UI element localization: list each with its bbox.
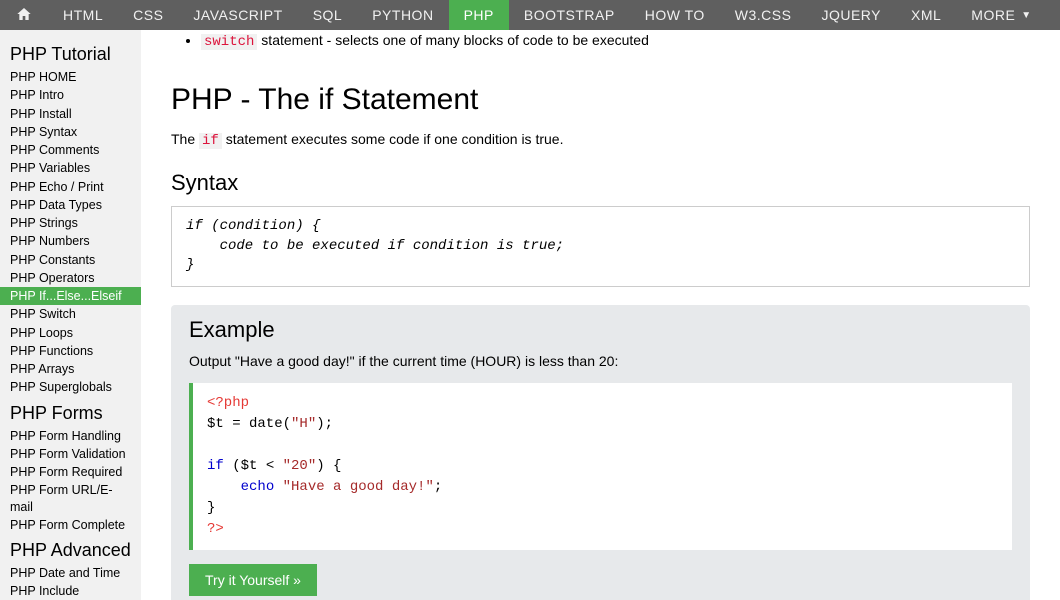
example-code: <?php $t = date("H"); if ($t < "20") { e… — [189, 383, 1012, 550]
nav-item-jquery[interactable]: JQUERY — [806, 0, 896, 30]
sidebar-section-title: PHP Advanced — [0, 534, 141, 564]
nav-item-bootstrap[interactable]: BOOTSTRAP — [509, 0, 630, 30]
page-heading: PHP - The if Statement — [171, 83, 1030, 117]
list-item: switch statement - selects one of many b… — [201, 30, 1030, 53]
sidebar-item[interactable]: PHP Form Validation — [0, 445, 141, 463]
nav-item-more[interactable]: MORE▼ — [956, 0, 1046, 30]
sidebar-item[interactable]: PHP Date and Time — [0, 564, 141, 582]
nav-item-sql[interactable]: SQL — [298, 0, 358, 30]
sidebar-item[interactable]: PHP Loops — [0, 324, 141, 342]
sidebar-item[interactable]: PHP Variables — [0, 159, 141, 177]
statement-list: switch statement - selects one of many b… — [171, 30, 1030, 53]
try-it-button[interactable]: Try it Yourself » — [189, 564, 317, 596]
nav-item-javascript[interactable]: JAVASCRIPT — [178, 0, 297, 30]
sidebar: PHP TutorialPHP HOMEPHP IntroPHP Install… — [0, 30, 141, 600]
sidebar-item[interactable]: PHP Form URL/E-mail — [0, 481, 141, 516]
sidebar-item[interactable]: PHP Numbers — [0, 232, 141, 250]
nav-item-css[interactable]: CSS — [118, 0, 178, 30]
sidebar-item[interactable]: PHP Switch — [0, 305, 141, 323]
nav-item-python[interactable]: PYTHON — [357, 0, 448, 30]
home-button[interactable] — [0, 0, 48, 30]
home-icon — [16, 6, 32, 25]
caret-down-icon: ▼ — [1021, 10, 1031, 21]
main-content: switch statement - selects one of many b… — [141, 30, 1060, 600]
sidebar-item[interactable]: PHP Arrays — [0, 360, 141, 378]
sidebar-item[interactable]: PHP Comments — [0, 141, 141, 159]
sidebar-item[interactable]: PHP Form Handling — [0, 427, 141, 445]
sidebar-item[interactable]: PHP Strings — [0, 214, 141, 232]
example-desc: Output "Have a good day!" if the current… — [189, 353, 1012, 369]
syntax-code: if (condition) { code to be executed if … — [171, 206, 1030, 287]
nav-item-w3-css[interactable]: W3.CSS — [720, 0, 807, 30]
sidebar-item[interactable]: PHP If...Else...Elseif — [0, 287, 141, 305]
nav-item-html[interactable]: HTML — [48, 0, 118, 30]
sidebar-item[interactable]: PHP Operators — [0, 269, 141, 287]
syntax-heading: Syntax — [171, 170, 1030, 196]
list-text: statement - selects one of many blocks o… — [257, 32, 648, 48]
sidebar-item[interactable]: PHP Data Types — [0, 196, 141, 214]
sidebar-item[interactable]: PHP HOME — [0, 68, 141, 86]
sidebar-item[interactable]: PHP Echo / Print — [0, 178, 141, 196]
nav-item-references[interactable]: REFERENCES▼ — [1047, 0, 1060, 30]
example-heading: Example — [189, 317, 1012, 343]
nav-item-how-to[interactable]: HOW TO — [630, 0, 720, 30]
sidebar-item[interactable]: PHP Functions — [0, 342, 141, 360]
sidebar-item[interactable]: PHP Form Required — [0, 463, 141, 481]
sidebar-item[interactable]: PHP Superglobals — [0, 378, 141, 396]
sidebar-item[interactable]: PHP Constants — [0, 251, 141, 269]
code-span: if — [199, 133, 222, 149]
example-box: Example Output "Have a good day!" if the… — [171, 305, 1030, 600]
sidebar-item[interactable]: PHP Syntax — [0, 123, 141, 141]
sidebar-item[interactable]: PHP Include — [0, 582, 141, 600]
sidebar-section-title: PHP Tutorial — [0, 38, 141, 68]
nav-item-php[interactable]: PHP — [449, 0, 509, 30]
sidebar-section-title: PHP Forms — [0, 397, 141, 427]
sidebar-item[interactable]: PHP Form Complete — [0, 516, 141, 534]
nav-item-xml[interactable]: XML — [896, 0, 956, 30]
sidebar-item[interactable]: PHP Install — [0, 105, 141, 123]
intro-text: The if statement executes some code if o… — [171, 129, 1030, 152]
sidebar-item[interactable]: PHP Intro — [0, 86, 141, 104]
code-span: switch — [201, 34, 257, 50]
top-nav: HTMLCSSJAVASCRIPTSQLPYTHONPHPBOOTSTRAPHO… — [0, 0, 1060, 30]
